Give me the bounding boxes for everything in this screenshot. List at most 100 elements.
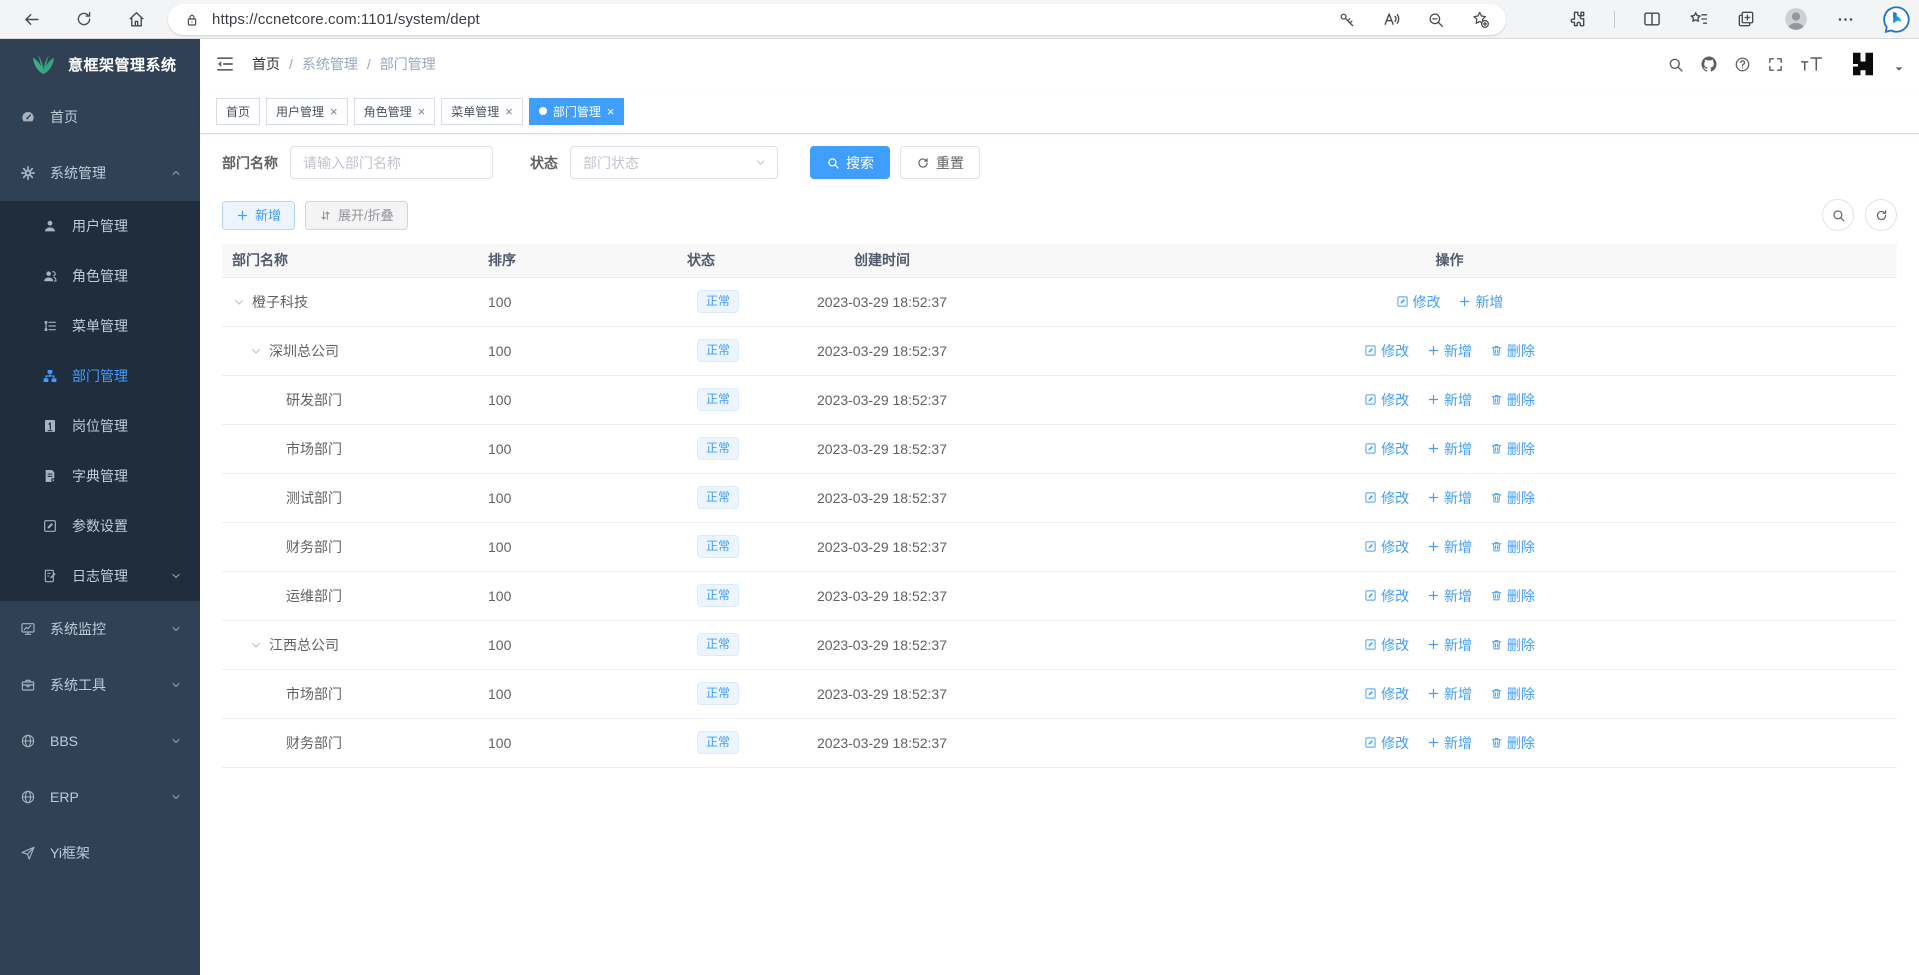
close-icon[interactable]: × [330,105,338,118]
more-options-icon[interactable] [1836,10,1855,29]
sidebar-item-bbs[interactable]: BBS [0,713,200,769]
search-button[interactable]: 搜索 [810,146,890,179]
table-row: 江西总公司 100 正常 2023-03-29 18:52:37 修改 新增 删… [222,620,1897,669]
add-child-link[interactable]: 新增 [1427,586,1472,606]
globe-icon [20,733,36,749]
edit-label: 修改 [1381,733,1409,753]
sidebar-item-params[interactable]: 参数设置 [0,501,200,551]
edit-link[interactable]: 修改 [1364,341,1409,361]
close-icon[interactable]: × [505,105,513,118]
delete-link[interactable]: 删除 [1490,439,1535,459]
row-expand-caret[interactable] [233,296,245,308]
lock-icon[interactable] [184,12,200,28]
sidebar-item-departments[interactable]: 部门管理 [0,351,200,401]
address-bar[interactable]: https://ccnetcore.com:1101/system/dept [168,4,1506,35]
favorites-bar-icon[interactable] [1689,9,1709,29]
close-icon[interactable]: × [418,105,426,118]
edit-link[interactable]: 修改 [1396,292,1441,312]
sidebar-item-system[interactable]: 系统管理 [0,145,200,201]
table-row: 研发部门 100 正常 2023-03-29 18:52:37 修改 新增 删除 [222,375,1897,424]
edit-link[interactable]: 修改 [1364,684,1409,704]
delete-link[interactable]: 删除 [1490,635,1535,655]
help-icon[interactable] [1734,56,1751,73]
add-child-link[interactable]: 新增 [1427,390,1472,410]
delete-link[interactable]: 删除 [1490,341,1535,361]
tab-users[interactable]: 用户管理× [266,98,348,125]
sidebar-item-logs[interactable]: 日志管理 [0,551,200,601]
edit-link[interactable]: 修改 [1364,488,1409,508]
add-child-link[interactable]: 新增 [1427,635,1472,655]
status-badge: 正常 [697,682,739,705]
add-child-link[interactable]: 新增 [1427,733,1472,753]
refresh-table-button[interactable] [1865,199,1897,231]
bing-chat-icon[interactable] [1882,5,1911,34]
edit-link[interactable]: 修改 [1364,586,1409,606]
delete-link[interactable]: 删除 [1490,684,1535,704]
home-icon[interactable] [127,10,146,29]
github-icon[interactable] [1700,55,1718,73]
yi-logo[interactable] [1848,49,1878,79]
status-select[interactable]: 部门状态 [570,146,778,179]
sidebar-item-posts[interactable]: 岗位管理 [0,401,200,451]
read-aloud-icon[interactable] [1382,10,1401,29]
add-child-link[interactable]: 新增 [1458,292,1503,312]
add-child-link[interactable]: 新增 [1427,488,1472,508]
tab-departments[interactable]: 部门管理× [529,98,625,125]
profile-avatar[interactable] [1783,6,1809,32]
add-child-link[interactable]: 新增 [1427,537,1472,557]
delete-link[interactable]: 删除 [1490,586,1535,606]
add-child-link[interactable]: 新增 [1427,684,1472,704]
split-screen-icon[interactable] [1642,9,1662,29]
add-favorite-icon[interactable] [1471,10,1490,29]
add-child-link[interactable]: 新增 [1427,439,1472,459]
sidebar-item-menus[interactable]: 菜单管理 [0,301,200,351]
sidebar-toggle-icon[interactable] [215,54,235,74]
delete-link[interactable]: 删除 [1490,488,1535,508]
zoom-out-icon[interactable] [1427,11,1445,29]
edit-link[interactable]: 修改 [1364,439,1409,459]
add-child-link[interactable]: 新增 [1427,341,1472,361]
sidebar-item-yi-framework[interactable]: Yi框架 [0,825,200,881]
close-icon[interactable]: × [607,105,615,118]
delete-link[interactable]: 删除 [1490,733,1535,753]
refresh-icon[interactable] [75,10,93,28]
sidebar-item-erp[interactable]: ERP [0,769,200,825]
add-button[interactable]: 新增 [222,201,295,230]
back-icon[interactable] [22,10,41,29]
tab-home[interactable]: 首页 [216,98,260,125]
delete-link[interactable]: 删除 [1490,537,1535,557]
dept-name-input[interactable] [290,146,493,179]
row-expand-caret[interactable] [250,639,262,651]
sidebar-item-dicts[interactable]: 字典管理 [0,451,200,501]
sidebar-item-users[interactable]: 用户管理 [0,201,200,251]
edit-link[interactable]: 修改 [1364,733,1409,753]
sidebar-item-home[interactable]: 首页 [0,89,200,145]
reset-button[interactable]: 重置 [900,146,980,179]
breadcrumb-home[interactable]: 首页 [252,54,280,74]
plus-icon [1427,736,1440,749]
delete-link[interactable]: 删除 [1490,390,1535,410]
sidebar-item-monitor[interactable]: 系统监控 [0,601,200,657]
dropdown-caret-icon[interactable] [1894,64,1904,74]
tab-roles[interactable]: 角色管理× [354,98,436,125]
expand-collapse-button[interactable]: 展开/折叠 [305,201,408,230]
toggle-search-button[interactable] [1822,199,1854,231]
edit-icon [1364,589,1377,602]
fullscreen-icon[interactable] [1767,56,1784,73]
dept-sort: 100 [478,669,682,718]
edit-link[interactable]: 修改 [1364,390,1409,410]
font-size-icon[interactable] [1800,55,1824,73]
extensions-icon[interactable] [1567,9,1587,29]
edit-link[interactable]: 修改 [1364,537,1409,557]
delete-label: 删除 [1507,684,1535,704]
collections-icon[interactable] [1736,9,1756,29]
table-row: 橙子科技 100 正常 2023-03-29 18:52:37 修改 新增 [222,277,1897,326]
sidebar-item-roles[interactable]: 角色管理 [0,251,200,301]
sidebar-item-tools[interactable]: 系统工具 [0,657,200,713]
tab-menus[interactable]: 菜单管理× [441,98,523,125]
dept-sort: 100 [478,718,682,767]
row-expand-caret[interactable] [250,345,262,357]
search-icon[interactable] [1667,56,1684,73]
key-icon[interactable] [1338,11,1356,29]
edit-link[interactable]: 修改 [1364,635,1409,655]
